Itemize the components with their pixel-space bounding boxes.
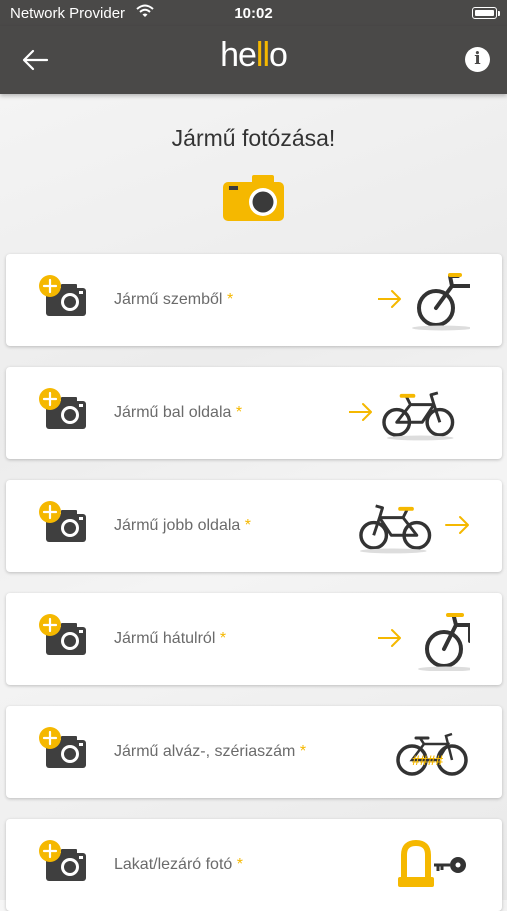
required-asterisk: * xyxy=(236,856,243,873)
photo-item-label: Jármű jobb oldala * xyxy=(114,517,251,534)
bike-rear-view-icon xyxy=(378,613,470,671)
photo-item-card[interactable]: Jármű jobb oldala * xyxy=(6,480,502,572)
required-asterisk: * xyxy=(226,291,234,308)
photo-item-label: Jármű hátulról * xyxy=(114,630,227,647)
photo-item-card[interactable]: Lakat/lezáró fotó * xyxy=(6,819,502,911)
svg-text:####: #### xyxy=(412,752,443,768)
photo-item-card[interactable]: Jármű alváz-, szériaszám * #### xyxy=(6,706,502,798)
photo-item-card[interactable]: Jármű szemből * xyxy=(6,254,502,346)
required-asterisk: * xyxy=(244,517,251,534)
bike-frame-serial-icon: #### xyxy=(396,732,468,776)
add-photo-camera-icon[interactable] xyxy=(38,726,92,770)
add-photo-camera-icon[interactable] xyxy=(38,839,92,883)
nav-bar: hello i xyxy=(0,26,507,94)
add-photo-camera-icon[interactable] xyxy=(38,613,92,657)
info-icon[interactable]: i xyxy=(465,47,490,72)
photo-item-label: Jármű alváz-, szériaszám * xyxy=(114,743,307,760)
required-asterisk: * xyxy=(235,404,243,421)
battery-icon xyxy=(472,7,500,19)
bike-front-view-icon xyxy=(378,273,470,331)
photo-item-card[interactable]: Jármű hátulról * xyxy=(6,593,502,685)
page-title: Jármű fotózása! xyxy=(171,125,336,151)
required-asterisk: * xyxy=(299,743,307,760)
add-photo-camera-icon[interactable] xyxy=(38,274,92,318)
lock-and-key-icon xyxy=(398,839,466,887)
photo-item-label: Jármű szemből * xyxy=(114,291,234,308)
add-photo-camera-icon[interactable] xyxy=(38,500,92,544)
required-asterisk: * xyxy=(219,630,227,647)
status-bar: Network Provider 10:02 xyxy=(0,0,507,26)
hello-logo: hello xyxy=(220,36,288,74)
clock: 10:02 xyxy=(234,5,273,22)
photo-item-card[interactable]: Jármű bal oldala * xyxy=(6,367,502,459)
photo-item-label: Jármű bal oldala * xyxy=(114,404,243,421)
bike-left-side-icon xyxy=(349,391,455,441)
photo-item-label: Lakat/lezáró fotó * xyxy=(114,856,243,873)
add-photo-camera-icon[interactable] xyxy=(38,387,92,431)
camera-icon xyxy=(223,175,284,221)
bike-right-side-icon xyxy=(359,504,469,554)
